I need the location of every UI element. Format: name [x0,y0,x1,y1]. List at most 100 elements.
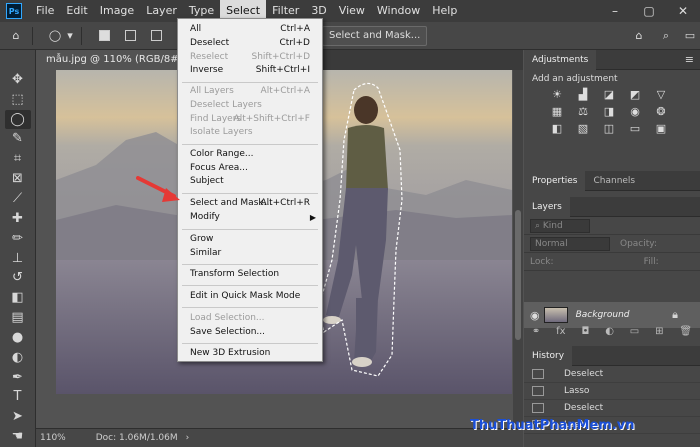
layer-name[interactable]: Background [576,310,630,320]
channel-mixer-icon[interactable]: ❂ [654,105,668,118]
history-item[interactable]: Lasso [524,383,700,400]
menu-item-reselect[interactable]: Reselect Shift+Ctrl+D [178,51,322,64]
trash-icon[interactable]: 🗑︎ [679,326,692,342]
tab-properties[interactable]: Properties [524,170,586,191]
adjustment-layer-icon[interactable]: ◐ [605,326,614,342]
visibility-eye-icon[interactable]: ◉ [530,309,540,322]
add-to-selection-icon[interactable] [120,26,140,46]
tab-adjustments[interactable]: Adjustments [524,49,597,70]
gradient-map-icon[interactable]: ▭ [628,122,642,135]
gradient-tool-icon[interactable]: ▤ [5,308,31,327]
menu-item-subject[interactable]: Subject [178,175,322,188]
blend-mode-select[interactable]: Normal [530,236,610,251]
menu-item-save-selection[interactable]: Save Selection... [178,326,322,339]
vertical-scrollbar[interactable] [513,70,523,428]
maximize-icon[interactable]: ▢ [632,0,666,22]
menu-item-focus-area[interactable]: Focus Area... [178,162,322,175]
history-brush-tool-icon[interactable]: ↺ [5,268,31,287]
selective-color-icon[interactable]: ▣ [654,122,668,135]
menu-item-load-selection[interactable]: Load Selection... [178,312,322,325]
vibrance-icon[interactable]: ▽ [654,88,668,101]
menu-item-all-layers[interactable]: All Layers Alt+Ctrl+A [178,85,322,98]
move-tool-icon[interactable]: ✥ [5,70,31,89]
quick-selection-tool-icon[interactable]: ✎ [5,130,31,149]
menu-item-isolate-layers[interactable]: Isolate Layers [178,126,322,139]
menu-item-modify[interactable]: Modify ▶ [178,211,322,224]
mask-icon[interactable]: ◘ [581,326,589,342]
color-balance-icon[interactable]: ⚖ [576,105,590,118]
tab-channels[interactable]: Channels [585,171,643,191]
menu-item-transform-selection[interactable]: Transform Selection [178,268,322,281]
brush-tool-icon[interactable]: ✏ [5,229,31,248]
invert-icon[interactable]: ◧ [550,122,564,135]
new-layer-icon[interactable]: ⊞ [655,326,663,342]
tab-history[interactable]: History [524,345,573,366]
panel-menu-icon[interactable]: ≡ [685,53,694,66]
subtract-from-selection-icon[interactable] [146,26,166,46]
menu-item-new-3d-extrusion[interactable]: New 3D Extrusion [178,347,322,360]
home-icon[interactable]: ⌂ [6,26,26,46]
link-icon[interactable]: ⚭ [532,326,540,342]
blur-tool-icon[interactable]: ● [5,328,31,347]
history-item[interactable]: Deselect [524,400,700,417]
hue-saturation-icon[interactable]: ▦ [550,105,564,118]
select-and-mask-button[interactable]: Select and Mask... [322,26,428,46]
photo-filter-icon[interactable]: ◉ [628,105,642,118]
crop-tool-icon[interactable]: ⌗ [5,149,31,168]
brightness-icon[interactable]: ☀ [550,88,564,101]
posterize-icon[interactable]: ▧ [576,122,590,135]
menu-file[interactable]: File [30,0,60,22]
menu-item-select-and-mask[interactable]: Select and Mask... Alt+Ctrl+R [178,197,322,210]
history-item[interactable]: Deselect [524,366,700,383]
minimize-icon[interactable]: – [598,0,632,22]
scrollbar-thumb[interactable] [515,210,521,340]
marquee-tool-icon[interactable]: ⬚ [5,90,31,109]
menu-item-quick-mask[interactable]: Edit in Quick Mask Mode [178,290,322,303]
submenu-arrow-icon: ▶ [309,213,316,222]
menu-window[interactable]: Window [371,0,426,22]
pen-tool-icon[interactable]: ✒ [5,368,31,387]
workspace-icon[interactable]: ▭ [680,26,700,46]
layers-tabs: Layers [524,196,700,217]
hand-tool-icon[interactable]: ☚ [5,427,31,446]
lasso-tool-icon[interactable]: ◯ [4,109,31,129]
dodge-tool-icon[interactable]: ◐ [5,348,31,367]
eyedropper-tool-icon[interactable]: ⟋ [5,189,31,208]
chevron-down-icon[interactable]: ▾ [65,26,75,46]
exposure-icon[interactable]: ◩ [628,88,642,101]
menu-item-deselect-layers[interactable]: Deselect Layers [178,99,322,112]
zoom-level[interactable]: 110% [40,433,66,443]
threshold-icon[interactable]: ◫ [602,122,616,135]
lasso-tool-preset-icon[interactable]: ◯ [45,26,65,46]
fx-icon[interactable]: fx [556,326,565,342]
close-icon[interactable]: ✕ [666,0,700,22]
eraser-tool-icon[interactable]: ◧ [5,288,31,307]
levels-icon[interactable]: ▟ [576,88,590,101]
chevron-right-icon[interactable]: › [186,433,190,443]
healing-brush-tool-icon[interactable]: ✚ [5,209,31,228]
kind-filter[interactable]: ⌕ Kind [530,218,590,233]
black-white-icon[interactable]: ◨ [602,105,616,118]
menu-view[interactable]: View [333,0,371,22]
group-icon[interactable]: ▭ [630,326,639,342]
menu-item-deselect[interactable]: Deselect Ctrl+D [178,37,322,50]
menu-item-similar[interactable]: Similar [178,247,322,260]
path-selection-tool-icon[interactable]: ➤ [5,407,31,426]
home-workspace-icon[interactable]: ⌂ [629,26,649,46]
menu-help[interactable]: Help [426,0,463,22]
menu-item-inverse[interactable]: Inverse Shift+Ctrl+I [178,64,322,77]
new-selection-icon[interactable] [94,26,114,46]
menu-item-find-layers[interactable]: Find Layers Alt+Shift+Ctrl+F [178,113,322,126]
type-tool-icon[interactable]: T [5,388,31,407]
frame-tool-icon[interactable]: ⊠ [5,169,31,188]
clone-stamp-tool-icon[interactable]: ⊥ [5,249,31,268]
tab-layers[interactable]: Layers [524,196,570,217]
menu-image[interactable]: Image [94,0,140,22]
search-icon[interactable]: ⌕ [656,26,676,46]
menu-item-color-range[interactable]: Color Range... [178,148,322,161]
curves-icon[interactable]: ◪ [602,88,616,101]
layer-background[interactable]: ◉ Background 🔒︎ [524,302,700,328]
menu-edit[interactable]: Edit [60,0,93,22]
menu-item-grow[interactable]: Grow [178,233,322,246]
menu-item-all[interactable]: All Ctrl+A [178,23,322,36]
